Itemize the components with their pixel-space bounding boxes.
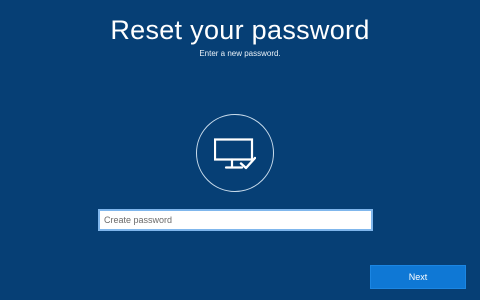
next-button[interactable]: Next bbox=[370, 265, 466, 289]
password-input[interactable] bbox=[98, 209, 373, 231]
monitor-check-icon bbox=[214, 136, 256, 170]
monitor-badge bbox=[196, 114, 274, 192]
page-title: Reset your password bbox=[110, 15, 370, 45]
page-subtitle: Enter a new password. bbox=[199, 49, 281, 58]
